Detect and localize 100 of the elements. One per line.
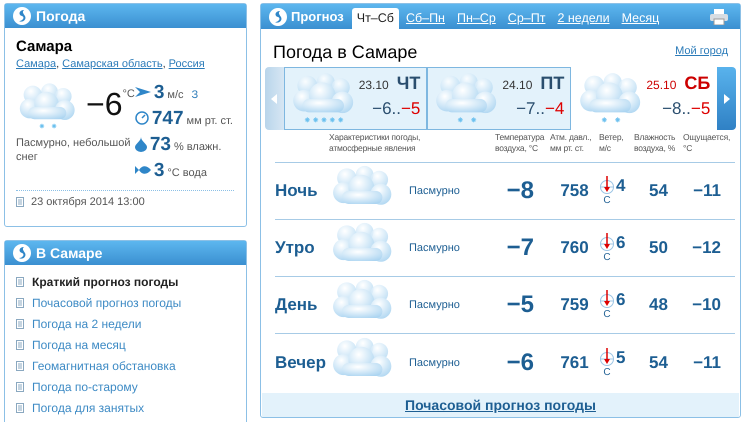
- column-header: Атм. давл., мм рт. ст.: [550, 132, 592, 154]
- column-header: Ветер, м/с: [599, 132, 625, 154]
- humidity-value: 50: [648, 238, 669, 258]
- day-date: 23.10: [358, 78, 389, 92]
- panel-title: Прогноз: [291, 9, 344, 24]
- current-temperature: −6: [86, 86, 122, 123]
- card-title: Погода: [36, 8, 86, 24]
- card-title: В Самаре: [36, 245, 102, 261]
- day-date: 25.10: [646, 78, 676, 92]
- document-icon: [16, 360, 24, 370]
- temperature-value: −8: [506, 177, 535, 205]
- day-card[interactable]: 24.10 ПТ −7..−4: [427, 67, 572, 130]
- gauge-icon: [134, 111, 149, 125]
- location-link[interactable]: Самара: [16, 58, 56, 70]
- document-icon: [16, 402, 24, 412]
- stat-value: 3: [154, 160, 164, 182]
- condition-text: Пасмурно: [409, 242, 461, 254]
- condition-text: Пасмурно: [409, 299, 461, 311]
- city-name: Самара: [16, 38, 74, 55]
- wind-rose-icon: [599, 176, 615, 196]
- period-label: Ночь: [275, 181, 319, 201]
- period-label: Вечер: [275, 353, 328, 373]
- update-time: 23 октября 2014 13:00: [31, 196, 145, 208]
- document-icon: [16, 382, 24, 392]
- next-button[interactable]: [717, 67, 736, 130]
- pressure-value: 760: [559, 238, 590, 258]
- pressure-value: 761: [559, 353, 590, 373]
- wind-speed: 6: [616, 233, 626, 253]
- menu-link[interactable]: Погода на месяц: [32, 338, 126, 352]
- column-header: Ощущается, °C: [683, 132, 732, 154]
- condition-text: Пасмурно: [409, 357, 461, 369]
- wind-speed: 6: [616, 290, 626, 310]
- feels-like-value: −11: [692, 181, 722, 201]
- location-link[interactable]: Россия: [168, 58, 205, 70]
- page-title: Погода в Самаре: [273, 42, 418, 63]
- document-icon: [16, 318, 24, 328]
- temperature-value: −5: [506, 291, 535, 319]
- wind-direction: С: [603, 368, 611, 378]
- weekday: СБ: [684, 73, 710, 94]
- period-tab[interactable]: Пн–Ср: [452, 8, 501, 29]
- max-temperature: −5: [690, 99, 710, 118]
- period-tab[interactable]: Ср–Пт: [502, 8, 550, 29]
- stat-value: 73: [150, 134, 171, 156]
- pressure-value: 759: [559, 295, 590, 315]
- temperature-value: −6: [506, 349, 535, 377]
- min-temperature: −7..: [516, 99, 545, 118]
- menu-link[interactable]: Погода на 2 недели: [32, 316, 142, 330]
- period-label: Утро: [275, 238, 316, 258]
- humidity-value: 48: [648, 295, 669, 315]
- drop-icon: [134, 136, 147, 152]
- menu-link[interactable]: Почасовой прогноз погоды: [32, 296, 182, 310]
- wind-rose-icon: [599, 348, 615, 368]
- weekday: ЧТ: [396, 73, 420, 94]
- column-header: Влажность воздуха, %: [634, 132, 676, 154]
- printer-icon[interactable]: [710, 8, 728, 24]
- logo-icon: [269, 8, 287, 26]
- my-city-link[interactable]: Мой город: [675, 45, 728, 57]
- left-arrow-icon: [271, 94, 278, 104]
- document-icon: [16, 340, 24, 350]
- period-tab[interactable]: Месяц: [616, 8, 664, 29]
- feels-like-value: −11: [692, 353, 722, 373]
- period-tab[interactable]: 2 недели: [552, 8, 615, 29]
- stat-unit: мм рт. ст.: [186, 115, 233, 127]
- stat-unit: °C вода: [167, 167, 207, 179]
- separator: ,: [162, 58, 166, 70]
- logo-icon: [13, 7, 31, 25]
- period-tab[interactable]: Чт–Сб: [352, 8, 399, 29]
- max-temperature: −4: [544, 99, 564, 118]
- wind-speed: 4: [616, 176, 626, 196]
- menu-link[interactable]: Геомагнитная обстановка: [32, 358, 176, 372]
- temperature-unit: °C: [122, 88, 135, 100]
- period-tab[interactable]: Сб–Пн: [400, 8, 450, 29]
- column-header: Температура воздуха, °C: [495, 132, 546, 154]
- document-icon: [16, 298, 24, 308]
- day-card[interactable]: 23.10 ЧТ −6..−5: [284, 67, 428, 130]
- logo-icon: [13, 244, 31, 262]
- location-link[interactable]: Самарская область: [62, 58, 163, 70]
- document-icon: [16, 197, 24, 207]
- feels-like-value: −12: [691, 238, 722, 258]
- document-icon: [16, 276, 24, 286]
- stat-value: 747: [152, 108, 184, 130]
- menu-link[interactable]: Погода для занятых: [32, 400, 144, 414]
- min-temperature: −6..: [372, 99, 401, 118]
- column-header: Характеристики погоды, атмосферные явления: [329, 132, 422, 154]
- hourly-forecast-link[interactable]: Почасовой прогноз погоды: [405, 397, 596, 413]
- menu-link[interactable]: Краткий прогноз погоды: [32, 274, 178, 288]
- wind-rose-icon: [599, 233, 615, 253]
- wind-arrow-icon: [134, 86, 151, 98]
- condition-text: Пасмурно: [409, 185, 461, 197]
- min-temperature: −8..: [662, 99, 691, 118]
- wind-direction: С: [603, 253, 611, 263]
- day-date: 24.10: [502, 78, 532, 92]
- stat-unit: м/с: [167, 89, 184, 101]
- menu-link[interactable]: Погода по-старому: [32, 380, 138, 394]
- wind-direction: С: [603, 196, 611, 206]
- weekday: ПТ: [540, 73, 564, 94]
- humidity-value: 54: [648, 181, 669, 201]
- fish-icon: [134, 165, 151, 175]
- wind-direction: З: [192, 89, 198, 101]
- separator: ,: [56, 58, 60, 70]
